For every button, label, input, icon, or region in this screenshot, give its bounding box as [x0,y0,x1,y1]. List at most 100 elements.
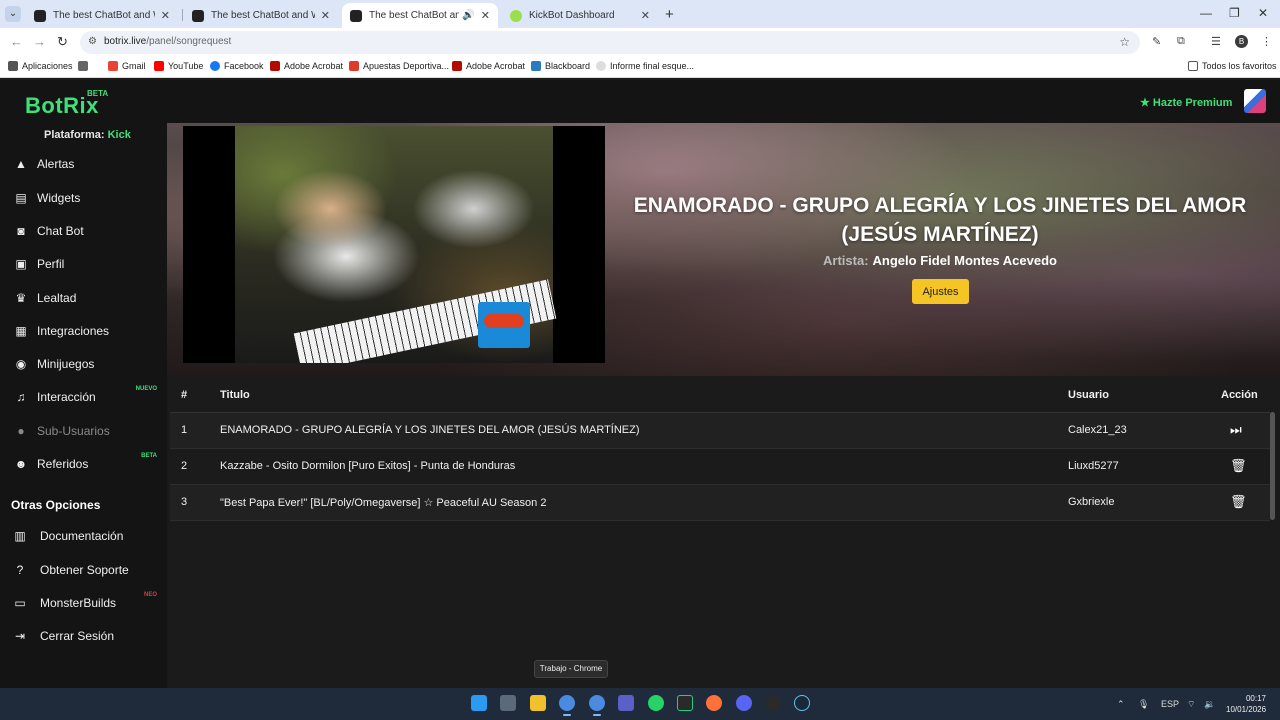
bookmark-adobe-1[interactable]: Adobe Acrobat [270,61,343,71]
bookmark-gmail[interactable]: Gmail [108,61,146,71]
extensions-icon[interactable]: ⧉ [1177,35,1185,48]
new-tab-button[interactable]: + [665,6,674,23]
sidebar-item-alertas[interactable]: ▲ Alertas [0,151,167,177]
tab-close-icon[interactable]: ✕ [481,9,490,22]
chrome-icon[interactable] [559,695,575,716]
row-title: "Best Papa Ever!" [BL/Poly/Omegaverse] ☆… [220,497,547,509]
teams-icon[interactable] [618,695,634,711]
close-window-icon[interactable]: ✕ [1258,6,1268,20]
settings-button[interactable]: Ajustes [912,279,969,304]
book-icon: ▥ [14,529,26,543]
start-menu-icon[interactable] [471,695,487,711]
bookmark-all-favorites[interactable]: Todos los favoritos [1188,61,1277,71]
profile-avatar[interactable]: B [1235,35,1248,48]
botrix-favicon-icon [34,9,46,22]
discord-icon[interactable] [736,695,752,711]
premium-link[interactable]: ★ Hazte Premium [1140,96,1232,109]
back-arrow-icon[interactable]: ← [10,34,23,49]
browser-menu-icon[interactable]: ⋮ [1261,35,1272,48]
browser-tab-1[interactable]: The best ChatBot and Widgets ✕ [26,3,178,28]
address-bar[interactable]: ⚙ botrix.live/panel/songrequest ☆ [80,31,1140,54]
volume-icon[interactable]: 🔉 [1204,699,1215,710]
sidebar-item-monsterbuilds[interactable]: ▭ MonsterBuilds NEO [0,590,167,616]
bookmark-youtube[interactable]: YouTube [154,61,203,71]
store-icon[interactable] [500,695,516,711]
reload-icon[interactable]: ↻ [57,34,68,50]
video-channel-logo [478,302,530,348]
neo-badge: NEO [143,592,157,598]
botrix-favicon-icon [192,9,204,22]
bookmark-apps[interactable]: Aplicaciones [8,61,73,71]
column-number: # [181,389,188,401]
pen-icon[interactable]: ✎ [1152,35,1161,48]
bookmark-blackboard[interactable]: Blackboard [531,61,590,71]
bookmark-facebook[interactable]: Facebook [210,61,264,71]
tab-close-icon[interactable]: ✕ [321,9,330,22]
taskbar-clock[interactable]: 00:17 10/01/2026 [1226,693,1266,715]
youtube-icon [154,61,164,71]
language-indicator[interactable]: ESP [1161,699,1179,709]
sidebar-item-integraciones[interactable]: ▦ Integraciones [0,318,167,344]
trash-icon[interactable]: 🗑 [1230,494,1247,510]
sidebar-item-lealtad[interactable]: ♛ Lealtad [0,285,167,311]
chrome-profile-icon[interactable] [589,695,605,716]
sidebar-item-minijuegos[interactable]: ◉ Minijuegos [0,351,167,377]
row-user: Liuxd5277 [1068,460,1119,472]
blackboard-icon [531,61,541,71]
sidebar-item-cerrar-sesion[interactable]: ⇥ Cerrar Sesión [0,623,167,649]
beta-badge: BETA [141,453,157,459]
browser-tab-2[interactable]: The best ChatBot and Widgets ✕ [184,3,338,28]
firefox-icon[interactable] [706,695,722,711]
file-explorer-icon[interactable] [530,695,546,711]
minimize-window-icon[interactable]: — [1200,6,1212,20]
sidebar-item-chatbot[interactable]: ◙ Chat Bot [0,218,167,244]
browser-tab-4[interactable]: KickBot Dashboard ✕ [502,3,658,28]
sidebar-item-widgets[interactable]: ▤ Widgets [0,185,167,211]
tab-close-icon[interactable]: ✕ [641,9,650,22]
bookmark-grid[interactable] [78,61,92,71]
sidebar-item-referidos[interactable]: ☻ Referidos BETA [0,451,167,477]
user-avatar[interactable] [1244,89,1266,113]
microphone-icon[interactable]: 🎙 [1138,699,1149,710]
sidebar-item-soporte[interactable]: ? Obtener Soporte [0,557,167,583]
tab-title: The best ChatBot and Widgets [211,10,315,21]
tab-search-button[interactable]: ⌄ [5,6,21,22]
bookmark-adobe-2[interactable]: Adobe Acrobat [452,61,525,71]
github-icon[interactable] [765,695,781,711]
kickbot-favicon-icon [510,9,522,22]
browser-tab-3-active[interactable]: The best ChatBot and Widg 🔊 ✕ [342,3,498,28]
sidebar-item-perfil[interactable]: ▣ Perfil [0,251,167,277]
taskbar-tooltip: Trabajo - Chrome [534,660,608,678]
adobe-acrobat-icon [270,61,280,71]
platform-indicator: Plataforma: Kick [44,129,131,141]
steam-icon[interactable] [794,695,810,711]
reading-list-icon[interactable]: ☰ [1211,35,1221,48]
sidebar-item-interaccion[interactable]: ♫ Interacción NUEVO [0,384,167,410]
table-scrollbar[interactable] [1270,412,1275,520]
pycharm-icon[interactable] [677,695,693,711]
url-host: botrix.live [104,36,147,47]
tab-close-icon[interactable]: ✕ [161,9,170,22]
sidebar-item-subusuarios[interactable]: ● Sub-Usuarios [0,418,167,444]
url-path: /panel/songrequest [146,36,232,47]
restore-window-icon[interactable]: ❐ [1229,6,1240,20]
browser-toolbar: ← → ↻ ⚙ botrix.live/panel/songrequest ☆ … [0,28,1280,56]
bookmark-informe[interactable]: Informe final esque... [596,61,694,71]
sidebar-item-documentacion[interactable]: ▥ Documentación [0,523,167,549]
whatsapp-icon[interactable] [648,695,664,711]
trash-icon[interactable]: 🗑 [1230,458,1247,474]
skip-icon[interactable]: ⏭ [1230,422,1242,438]
wifi-icon[interactable]: ⌔ [1187,699,1195,710]
tab-title: KickBot Dashboard [529,10,615,21]
tab-title: The best ChatBot and Widg [369,10,460,21]
bookmark-apuestas[interactable]: Apuestas Deportiva... [349,61,449,71]
bookmark-star-icon[interactable]: ☆ [1119,35,1130,49]
forward-arrow-icon[interactable]: → [33,34,46,49]
site-info-icon[interactable]: ⚙ [88,36,97,47]
video-player[interactable] [183,126,605,363]
row-title: ENAMORADO - GRUPO ALEGRÍA Y LOS JINETES … [220,424,640,436]
audio-playing-icon[interactable]: 🔊 [462,10,474,21]
tab-title: The best ChatBot and Widgets [53,10,155,21]
row-title: Kazzabe - Osito Dormilon [Puro Exitos] -… [220,460,516,472]
tray-chevron-icon[interactable]: ⌃ [1117,699,1125,710]
